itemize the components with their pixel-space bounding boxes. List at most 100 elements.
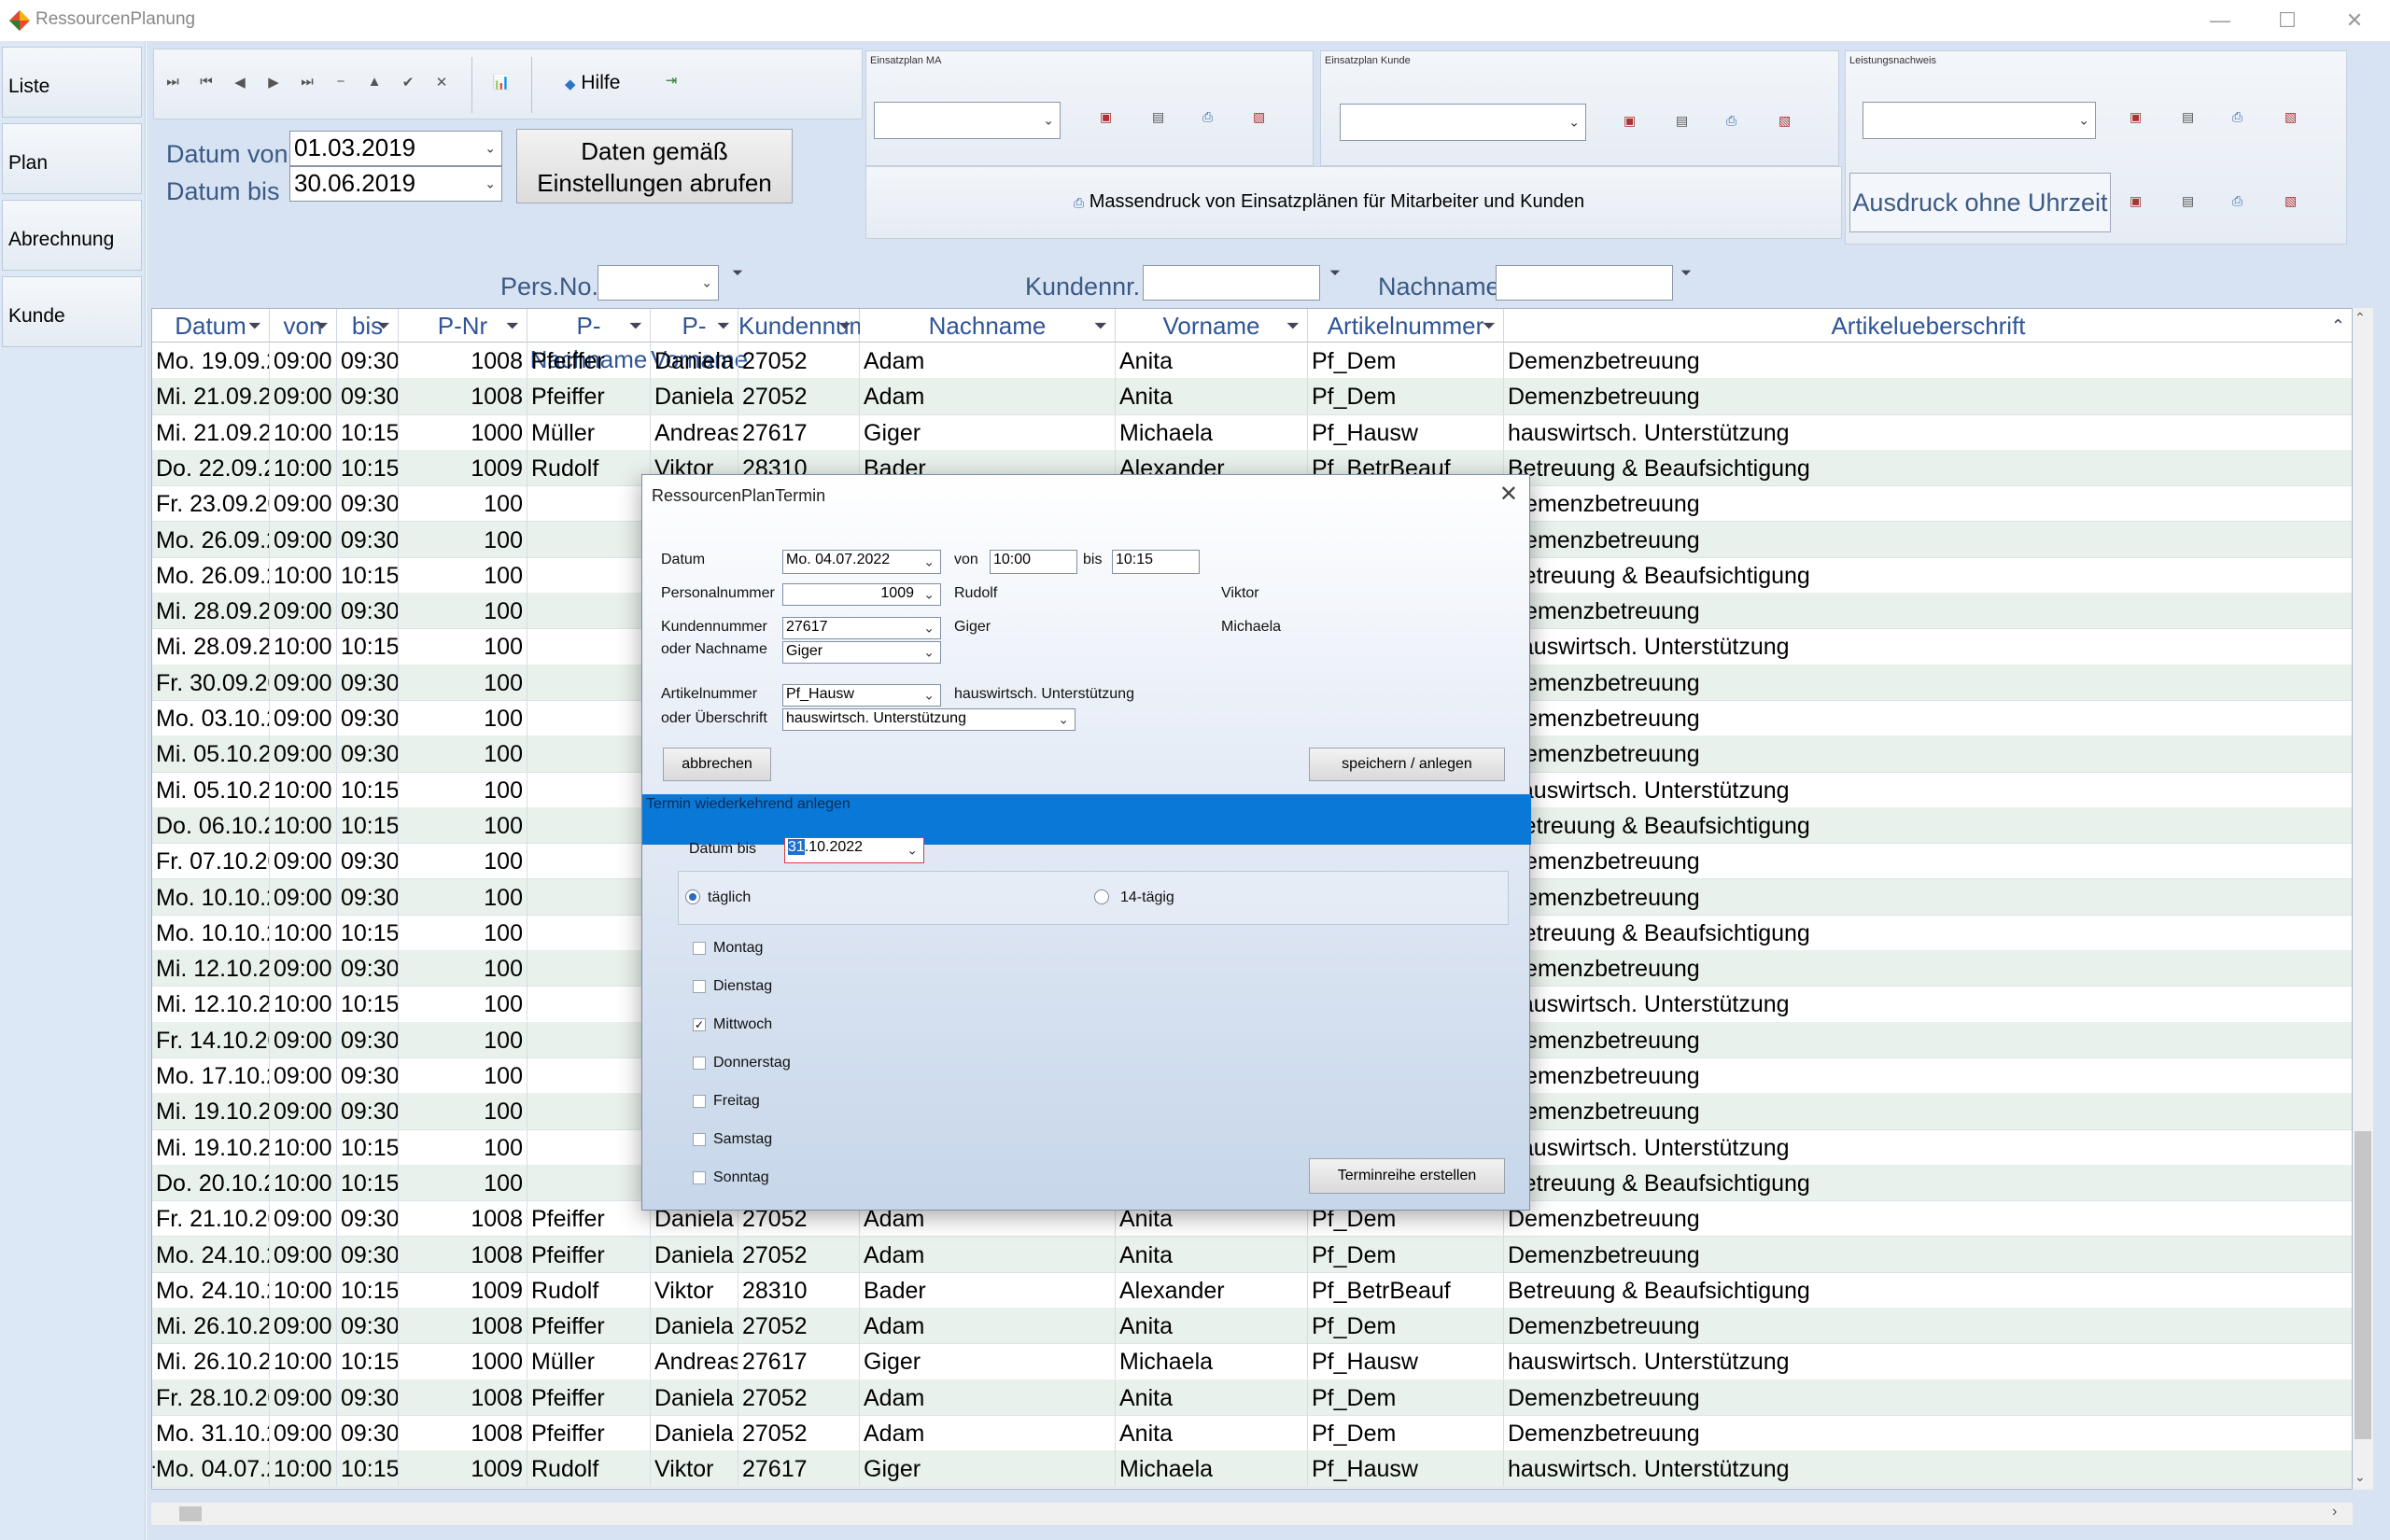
column-header-artikelueberschrift[interactable]: Artikelueberschrift ⌃ (1504, 309, 2352, 343)
cell-datum[interactable]: Do. 06.10.2022 (152, 806, 270, 843)
cell-p-nachname[interactable] (527, 521, 651, 557)
cell-von[interactable]: 10:00 (270, 1450, 337, 1487)
maximize-button[interactable]: ☐ (2259, 4, 2315, 37)
cell-vorname[interactable]: Michaela (1116, 1450, 1308, 1487)
cell-von[interactable]: 09:00 (270, 521, 337, 557)
cell-bis[interactable]: 09:30 (337, 1093, 399, 1129)
cell-pnr[interactable]: 100 (399, 1093, 527, 1129)
cell-p-nachname[interactable] (527, 628, 651, 665)
cell-artikelueberschrift[interactable]: hauswirtsch. Unterstützung (1504, 1129, 2352, 1165)
filter-icon[interactable]: ⏷ (732, 265, 743, 281)
cell-p-nachname[interactable] (527, 1128, 651, 1165)
cell-datum[interactable]: Mi. 19.10.2022 (152, 1093, 270, 1129)
cell-datum[interactable]: Mo. 10.10.2022 (152, 878, 270, 915)
print-preview-icon[interactable]: ▣ (1624, 113, 1636, 129)
next-record-icon[interactable]: ▶ (264, 74, 283, 91)
artikelnummer-field[interactable]: Pf_Hausw ⌄ (782, 684, 941, 707)
cell-von[interactable]: 09:00 (270, 735, 337, 772)
document-icon[interactable]: ▤ (1152, 109, 1164, 125)
cell-kundennummer[interactable]: 28310 (738, 1271, 860, 1308)
filter-icon[interactable]: ⏷ (316, 309, 329, 343)
cell-kundennummer[interactable]: 27052 (738, 1415, 860, 1450)
pdf-icon[interactable]: ▧ (1778, 113, 1791, 129)
leistungsnachweis-select[interactable]: ⌄ (1863, 102, 2096, 139)
cell-datum[interactable]: Mi. 28.09.2022 (152, 628, 270, 665)
cell-bis[interactable]: 10:15 (337, 413, 399, 450)
cell-von[interactable]: 09:00 (270, 1200, 337, 1237)
cell-p-nachname[interactable] (527, 1164, 651, 1200)
speichern-button[interactable]: speichern / anlegen (1309, 748, 1505, 781)
cell-p-vorname[interactable]: Daniela (651, 343, 738, 378)
filter-icon[interactable]: ⏷ (717, 309, 730, 343)
cell-von[interactable]: 09:00 (270, 593, 337, 629)
cell-von[interactable]: 09:00 (270, 343, 337, 378)
cell-pnr[interactable]: 100 (399, 914, 527, 950)
cell-bis[interactable]: 10:15 (337, 1450, 399, 1487)
cell-von[interactable]: 10:00 (270, 556, 337, 593)
cell-kundennummer[interactable]: 27052 (738, 343, 860, 378)
cell-p-vorname[interactable]: Andreas (651, 1343, 738, 1379)
cell-von[interactable]: 10:00 (270, 1271, 337, 1308)
cell-pnr[interactable]: 1009 (399, 1271, 527, 1308)
cell-vorname[interactable]: Michaela (1116, 413, 1308, 450)
pdf-icon[interactable]: ▧ (2285, 109, 2297, 125)
cell-pnr[interactable]: 1008 (399, 1200, 527, 1237)
cell-artikelueberschrift[interactable]: Demenzbetreuung (1504, 700, 2352, 735)
cell-von[interactable]: 09:00 (270, 843, 337, 879)
cell-von[interactable]: 09:00 (270, 485, 337, 522)
cell-p-nachname[interactable]: Müller (527, 1343, 651, 1379)
horizontal-scrollbar[interactable]: › (151, 1503, 2353, 1525)
cell-bis[interactable]: 09:30 (337, 664, 399, 700)
cell-pnr[interactable]: 100 (399, 950, 527, 987)
edit-record-icon[interactable]: ▲ (365, 74, 384, 90)
cell-bis[interactable]: 09:30 (337, 593, 399, 629)
cell-datum[interactable]: Fr. 14.10.2022 (152, 1021, 270, 1057)
cell-artikelueberschrift[interactable]: Demenzbetreuung (1504, 1022, 2352, 1057)
pdf-icon[interactable]: ▧ (2285, 193, 2297, 209)
cell-bis[interactable]: 09:30 (337, 485, 399, 522)
cell-kundennummer[interactable]: 27052 (738, 378, 860, 414)
cell-von[interactable]: 10:00 (270, 1128, 337, 1165)
document-icon[interactable]: ▤ (1676, 113, 1688, 129)
sidebar-item-kunde[interactable]: Kunde (2, 276, 142, 347)
filter-icon[interactable]: ⏷ (629, 309, 642, 343)
cell-artikelueberschrift[interactable]: Demenzbetreuung (1504, 378, 2352, 413)
cell-von[interactable]: 09:00 (270, 1093, 337, 1129)
abbrechen-button[interactable]: abbrechen (663, 748, 771, 781)
print-preview-icon[interactable]: ▣ (2130, 109, 2142, 125)
cell-p-nachname[interactable] (527, 986, 651, 1022)
cell-bis[interactable]: 09:30 (337, 1379, 399, 1415)
cell-pnr[interactable]: 100 (399, 878, 527, 915)
cell-pnr[interactable]: 100 (399, 1128, 527, 1165)
cell-datum[interactable]: Mi. 05.10.2022 (152, 735, 270, 772)
table-row[interactable]: Fr. 28.10.202209:0009:301008PfeifferDani… (152, 1379, 2352, 1416)
cell-datum[interactable]: Mi. 21.09.2022 (152, 378, 270, 414)
help-button[interactable]: ◆ Hilfe (565, 72, 620, 94)
cell-p-vorname[interactable]: Andreas (651, 413, 738, 450)
datum-field[interactable]: Mo. 04.07.2022 ⌄ (782, 550, 941, 574)
cell-p-nachname[interactable] (527, 771, 651, 807)
fetch-data-button[interactable]: Daten gemäß Einstellungen abrufen (516, 129, 793, 203)
table-row[interactable]: Mi. 26.10.202210:0010:151000MüllerAndrea… (152, 1343, 2352, 1380)
cell-datum[interactable]: Fr. 07.10.2022 (152, 843, 270, 879)
column-header-p-vorname[interactable]: P-Vorname ⏷ (651, 309, 748, 373)
cell-artikelnummer[interactable]: Pf_Dem (1308, 378, 1504, 414)
cell-datum[interactable]: Mo. 17.10.2022 (152, 1057, 270, 1093)
cell-datum[interactable]: Fr. 23.09.2022 (152, 485, 270, 522)
filter-icon[interactable]: ⏷ (1286, 309, 1300, 343)
cell-artikelueberschrift[interactable]: Demenzbetreuung (1504, 950, 2352, 986)
cell-datum[interactable]: Mi. 26.10.2022 (152, 1343, 270, 1379)
cell-datum[interactable]: Mi. 26.10.2022 (152, 1308, 270, 1344)
filter-icon[interactable]: ⏷ (248, 309, 261, 343)
cell-p-nachname[interactable]: Pfeiffer (527, 1308, 651, 1344)
cell-p-vorname[interactable]: Daniela (651, 1379, 738, 1415)
column-header-nachname[interactable]: Nachname ⏷ (860, 309, 1116, 343)
cell-nachname[interactable]: Bader (860, 1271, 1116, 1308)
cell-p-nachname[interactable]: Rudolf (527, 1271, 651, 1308)
cell-von[interactable]: 10:00 (270, 1343, 337, 1379)
cell-von[interactable]: 09:00 (270, 378, 337, 414)
cell-bis[interactable]: 09:30 (337, 735, 399, 772)
cell-artikelueberschrift[interactable]: Demenzbetreuung (1504, 522, 2352, 557)
cell-bis[interactable]: 09:30 (337, 950, 399, 987)
cell-von[interactable]: 10:00 (270, 1164, 337, 1200)
